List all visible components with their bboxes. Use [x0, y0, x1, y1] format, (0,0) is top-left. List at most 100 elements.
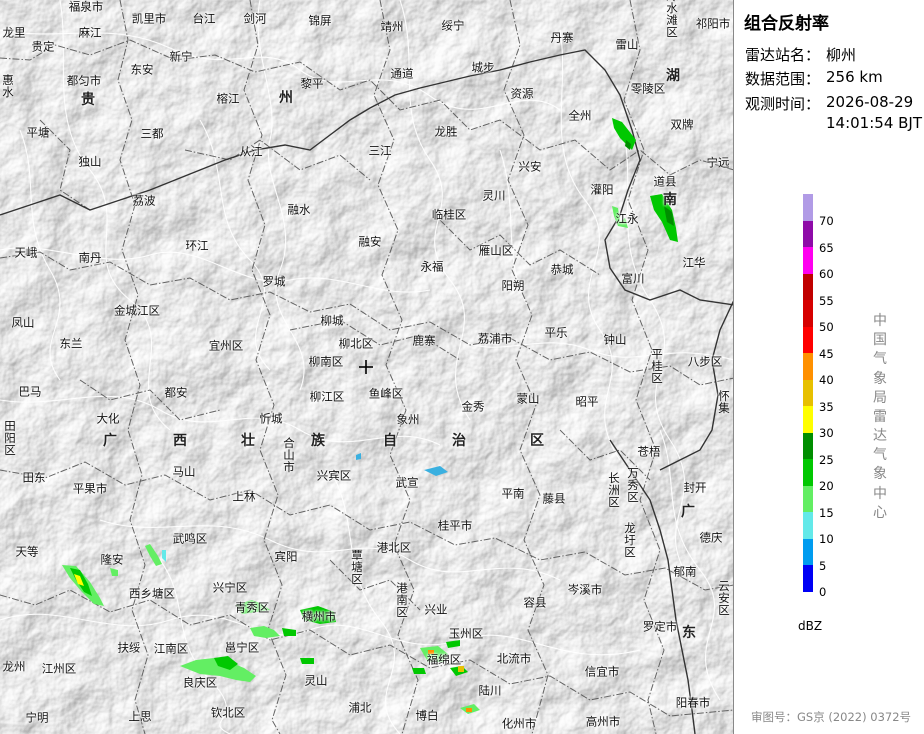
place-label: 江永	[615, 211, 639, 226]
place-label: 武鸣区	[172, 531, 208, 546]
place-label: 港北区	[376, 540, 412, 555]
time-label: 观测时间：	[745, 95, 821, 113]
organization-name: 中国气象局雷达气象中心	[873, 313, 887, 521]
legend-tick-label: 50	[819, 320, 834, 334]
terrain-layer	[0, 0, 733, 734]
place-label: 雷山	[615, 37, 639, 52]
legend-swatch	[803, 300, 813, 327]
legend-swatch	[803, 220, 813, 247]
place-label: 田东	[22, 470, 46, 485]
place-label: 双牌	[670, 117, 694, 132]
place-label: 柳江区	[309, 389, 345, 404]
place-label: 北流市	[496, 651, 532, 666]
place-label: 永福	[420, 259, 444, 274]
place-label: 覃塘区	[351, 547, 363, 587]
place-label: 大化	[96, 411, 120, 426]
legend-swatch	[803, 406, 813, 433]
place-label: 阳春市	[675, 695, 711, 710]
place-label: 横州市	[301, 609, 337, 624]
place-label: 柳北区	[338, 336, 374, 351]
place-label: 通道	[390, 66, 414, 81]
legend-swatch	[803, 432, 813, 459]
legend-tick-label: 35	[819, 399, 834, 414]
place-label: 龙里	[2, 25, 26, 40]
place-label: 锦屏	[308, 13, 332, 28]
place-label: 南丹	[78, 250, 102, 265]
place-label: 祁阳市	[695, 16, 731, 31]
region-label: 自	[383, 433, 397, 449]
place-label: 天峨	[14, 245, 38, 260]
place-label: 临桂区	[431, 207, 467, 222]
legend-swatch	[803, 485, 813, 512]
region-label: 族	[311, 433, 325, 449]
place-label: 凯里市	[131, 11, 167, 26]
range-value: 256 km	[826, 68, 883, 86]
legend-tick-label: 70	[819, 214, 834, 228]
place-label: 都匀市	[66, 73, 102, 88]
place-label: 岑溪市	[567, 582, 603, 597]
place-label: 青秀区	[234, 600, 270, 615]
place-label: 忻城	[259, 411, 283, 426]
place-label: 兴宾区	[316, 468, 352, 483]
legend-tick-label: 0	[819, 585, 827, 599]
place-label: 金秀	[461, 399, 485, 414]
radar-map[interactable]: 福泉市凯里市 台江 剑河 锦屏 靖州 绥宁 冷水滩区 祁阳市龙里 麻江贵定 丹寨 雷山新宁东安都匀市…	[0, 0, 734, 734]
place-label: 丹寨	[550, 30, 574, 45]
legend-swatch	[803, 353, 813, 380]
place-label: 武宣	[395, 475, 419, 490]
place-label: 长洲区	[608, 470, 620, 510]
place-label: 天等	[15, 544, 39, 559]
place-label: 浦北	[348, 700, 372, 715]
place-label: 雁山区	[478, 243, 514, 258]
place-label: 平南	[501, 486, 525, 501]
place-label: 昭平	[575, 394, 599, 409]
place-label: 港南区	[396, 580, 408, 620]
place-label: 隆安	[100, 552, 124, 567]
place-label: 平桂区	[651, 346, 663, 386]
place-label: 宁远	[706, 155, 730, 170]
place-label: 象州	[396, 412, 420, 427]
place-label: 云安区	[718, 578, 730, 618]
place-label: 鹿寨	[412, 333, 436, 348]
place-label: 恭城	[550, 262, 574, 277]
legend-tick-label: 20	[819, 479, 834, 493]
place-label: 绥宁	[441, 18, 465, 33]
legend-swatch	[803, 273, 813, 300]
place-label: 福泉市	[68, 0, 104, 14]
station-label: 雷达站名：	[745, 46, 821, 64]
place-label: 麻江	[78, 25, 102, 40]
legend-tick-label: 25	[819, 452, 834, 467]
place-label: 城步	[471, 60, 495, 75]
legend-tick-label: 55	[819, 293, 834, 308]
place-label: 江州区	[41, 661, 77, 676]
legend-tick-label: 30	[819, 426, 834, 440]
place-label: 良庆区	[182, 675, 218, 690]
place-label: 平塘	[26, 125, 50, 140]
place-label: 兴安	[518, 159, 542, 174]
place-label: 台江	[192, 11, 216, 26]
place-label: 扶绥	[117, 640, 141, 655]
legend-tick-label: 65	[819, 240, 834, 255]
place-label: 宁明	[25, 710, 49, 725]
place-label: 荔浦市	[477, 331, 513, 346]
place-label: 蒙山	[516, 391, 540, 406]
place-label: 榕江	[216, 91, 240, 106]
place-label: 罗城	[262, 274, 286, 289]
place-label: 鱼峰区	[368, 386, 404, 401]
legend-swatch	[803, 326, 813, 353]
place-label: 三江	[368, 143, 392, 158]
legend-swatch	[803, 379, 813, 406]
place-label: 马山	[172, 464, 196, 479]
place-label: 宜州区	[208, 338, 244, 353]
place-label: 八步区	[687, 354, 723, 369]
place-label: 从江	[239, 144, 263, 159]
place-label: 怀集	[718, 388, 730, 415]
place-label: 黎平	[300, 76, 324, 91]
place-label: 融水	[287, 202, 311, 217]
place-label: 都安	[164, 385, 188, 400]
place-label: 万秀区	[627, 465, 639, 505]
place-label: 新宁	[169, 49, 193, 64]
place-label: 合山市	[283, 435, 295, 475]
place-label: 平乐	[544, 325, 568, 340]
place-label: 信宜市	[584, 664, 620, 679]
